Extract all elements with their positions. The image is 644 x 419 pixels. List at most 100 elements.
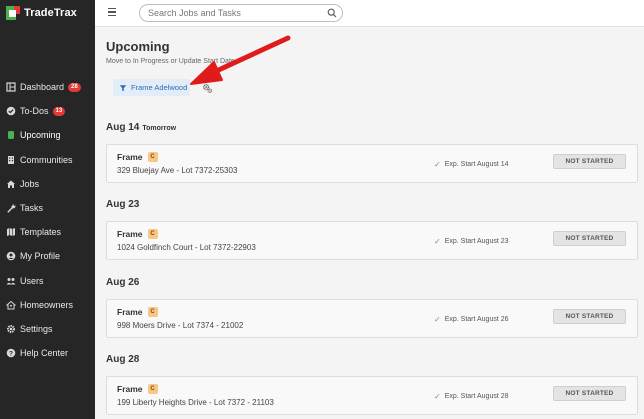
sidebar-item-label: My Profile <box>20 251 61 262</box>
sidebar-item-help-center[interactable]: ? Help Center <box>0 341 95 365</box>
homeowner-icon <box>6 300 16 310</box>
task-card[interactable]: Frame C 329 Bluejay Ave - Lot 7372-25303… <box>106 144 638 183</box>
sidebar-item-label: To-Dos <box>20 106 49 117</box>
date-group-heading: Aug 14 Tomorrow <box>106 122 176 133</box>
date-group-heading: Aug 26 <box>106 277 142 288</box>
status-button[interactable]: NOT STARTED <box>553 154 626 169</box>
expected-start: ✓ Exp. Start August 26 <box>434 315 509 324</box>
dashboard-icon <box>6 82 16 92</box>
date-label: Aug 28 <box>106 354 140 365</box>
expected-start-label: Exp. Start August 23 <box>444 238 509 245</box>
app-logo[interactable]: TradeTrax <box>6 4 77 22</box>
search-input[interactable] <box>148 8 323 18</box>
notification-badge: 28 <box>68 82 81 92</box>
expected-start: ✓ Exp. Start August 14 <box>434 160 509 169</box>
notification-badge: 13 <box>52 106 66 116</box>
task-card[interactable]: Frame C 199 Liberty Heights Drive - Lot … <box>106 376 638 415</box>
task-address: 329 Bluejay Ave - Lot 7372-25303 <box>117 166 238 175</box>
date-group-heading: Aug 23 <box>106 199 142 210</box>
upcoming-icon <box>6 130 16 140</box>
filter-icon <box>119 84 127 91</box>
date-label: Aug 14 <box>106 122 140 133</box>
date-label: Aug 26 <box>106 277 140 288</box>
expected-start-label: Exp. Start August 26 <box>444 316 509 323</box>
task-name: Frame <box>117 307 143 317</box>
filter-chip-label: Frame Adelwood <box>131 83 188 92</box>
map-icon <box>6 227 16 237</box>
task-card[interactable]: Frame C 1024 Goldfinch Court - Lot 7372-… <box>106 221 638 260</box>
page-title: Upcoming <box>106 39 170 54</box>
sidebar-item-my-profile[interactable]: My Profile <box>0 244 95 268</box>
task-type-badge: C <box>147 307 158 317</box>
user-circle-icon <box>6 251 16 261</box>
task-card[interactable]: Frame C 998 Moers Drive - Lot 7374 - 210… <box>106 299 638 338</box>
status-button[interactable]: NOT STARTED <box>553 386 626 401</box>
task-title: Frame C <box>117 152 158 162</box>
expected-start: ✓ Exp. Start August 28 <box>434 392 509 401</box>
check-icon: ✓ <box>434 392 441 401</box>
check-icon: ✓ <box>434 315 441 324</box>
home-icon <box>6 179 16 189</box>
main-content: Upcoming Move to In Progress or Update S… <box>95 27 644 419</box>
date-group-heading: Aug 28 <box>106 354 142 365</box>
expected-start-label: Exp. Start August 14 <box>444 161 509 168</box>
task-type-badge: C <box>147 384 158 394</box>
sidebar-item-users[interactable]: Users <box>0 269 95 293</box>
sidebar-item-homeowners[interactable]: Homeowners <box>0 293 95 317</box>
sidebar-item-label: Users <box>20 275 44 286</box>
check-circle-icon <box>6 106 16 116</box>
task-address: 199 Liberty Heights Drive - Lot 7372 - 2… <box>117 398 274 407</box>
logo-icon <box>6 6 20 20</box>
status-button[interactable]: NOT STARTED <box>553 309 626 324</box>
task-name: Frame <box>117 384 143 394</box>
building-icon <box>6 155 16 165</box>
sidebar-item-label: Communities <box>20 154 73 165</box>
sidebar-item-jobs[interactable]: Jobs <box>0 172 95 196</box>
task-address: 998 Moers Drive - Lot 7374 - 21002 <box>117 321 244 330</box>
expected-start: ✓ Exp. Start August 23 <box>434 237 509 246</box>
sidebar-item-label: Jobs <box>20 178 40 189</box>
app-name: TradeTrax <box>24 7 77 19</box>
task-name: Frame <box>117 229 143 239</box>
help-icon: ? <box>6 348 16 358</box>
menu-toggle-icon[interactable] <box>108 8 116 16</box>
sidebar-item-label: Tasks <box>20 203 44 214</box>
sidebar: TradeTrax Dashboard 28 To-Dos 13 Upcomin… <box>0 0 95 419</box>
filter-chip[interactable]: Frame Adelwood <box>113 79 190 96</box>
search-icon[interactable] <box>327 8 337 18</box>
users-icon <box>6 276 16 286</box>
sidebar-item-upcoming[interactable]: Upcoming <box>0 123 95 147</box>
sidebar-item-todos[interactable]: To-Dos 13 <box>0 99 95 123</box>
svg-text:?: ? <box>9 350 13 357</box>
top-bar <box>95 0 644 27</box>
status-button[interactable]: NOT STARTED <box>553 231 626 246</box>
sidebar-item-label: Templates <box>20 227 62 238</box>
check-icon: ✓ <box>434 160 441 169</box>
gear-icon <box>6 324 16 334</box>
task-name: Frame <box>117 152 143 162</box>
filter-settings-icon[interactable] <box>202 83 213 94</box>
sidebar-item-label: Homeowners <box>20 299 74 310</box>
wrench-icon <box>6 203 16 213</box>
sidebar-item-label: Settings <box>20 323 53 334</box>
sidebar-item-communities[interactable]: Communities <box>0 148 95 172</box>
date-sublabel: Tomorrow <box>142 125 177 132</box>
sidebar-item-dashboard[interactable]: Dashboard 28 <box>0 75 95 99</box>
expected-start-label: Exp. Start August 28 <box>444 393 509 400</box>
task-title: Frame C <box>117 307 158 317</box>
task-address: 1024 Goldfinch Court - Lot 7372-22903 <box>117 243 256 252</box>
sidebar-item-label: Dashboard <box>20 82 65 93</box>
sidebar-item-label: Upcoming <box>20 130 61 141</box>
task-type-badge: C <box>147 152 158 162</box>
date-label: Aug 23 <box>106 199 140 210</box>
sidebar-item-settings[interactable]: Settings <box>0 317 95 341</box>
page-subtitle: Move to In Progress or Update Start Date <box>106 58 235 65</box>
search-box[interactable] <box>139 4 343 22</box>
task-title: Frame C <box>117 229 158 239</box>
sidebar-item-templates[interactable]: Templates <box>0 220 95 244</box>
sidebar-item-label: Help Center <box>20 348 69 359</box>
check-icon: ✓ <box>434 237 441 246</box>
sidebar-item-tasks[interactable]: Tasks <box>0 196 95 220</box>
task-title: Frame C <box>117 384 158 394</box>
task-type-badge: C <box>147 229 158 239</box>
